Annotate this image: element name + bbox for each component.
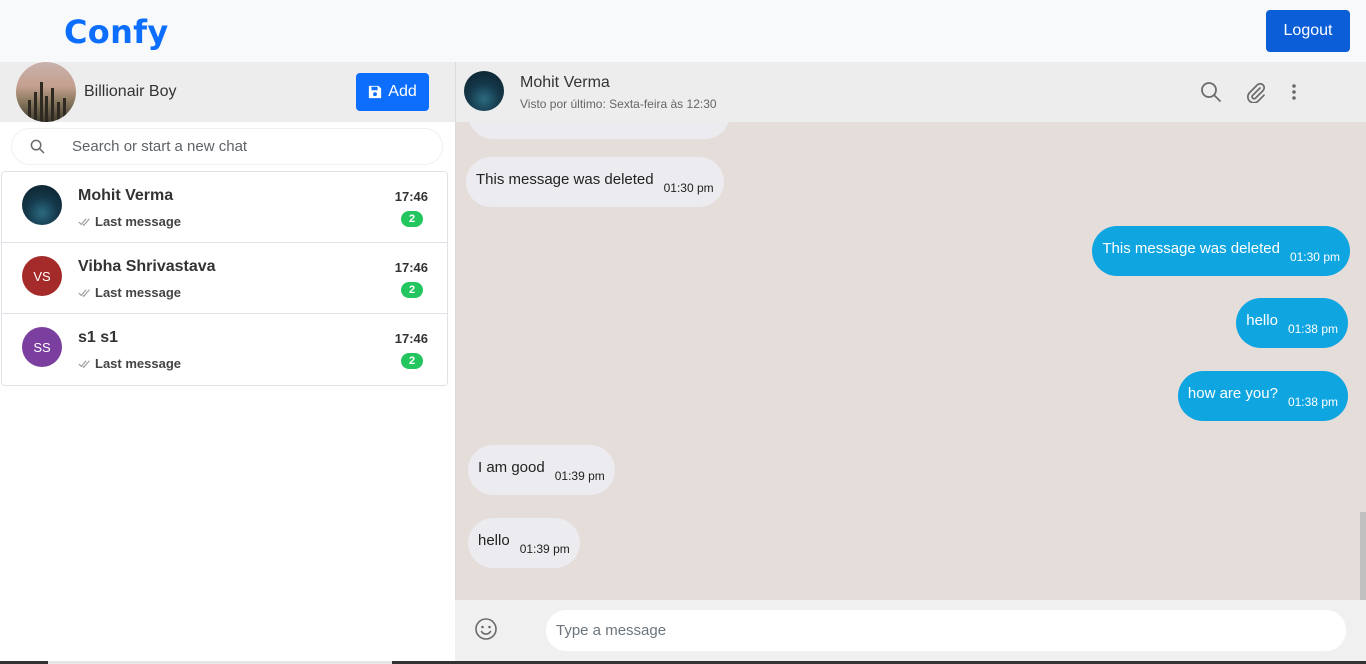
save-icon [369,85,382,99]
chat-name: Mohit Verma [78,187,174,204]
chat-time: 17:46 [394,189,428,204]
add-button[interactable]: Add [356,73,429,111]
add-button-label: Add [388,83,417,100]
more-vertical-icon[interactable] [1282,80,1306,104]
chat-item-vibha-shrivastava[interactable]: VS Vibha Shrivastava Last message 17:46 … [2,243,447,314]
message-bubble-incoming[interactable]: I am good 01:39 pm [468,445,615,495]
paperclip-icon[interactable] [1244,80,1268,104]
chat-last-message: Last message [78,356,181,371]
last-seen-status: Visto por último: Sexta-feira às 12:30 [520,97,717,111]
chat-item-mohit-verma[interactable]: Mohit Verma Last message 17:46 2 [2,172,447,243]
brand-logo[interactable]: Confy [64,13,169,51]
chat-list: Mohit Verma Last message 17:46 2 VS Vibh… [1,171,448,386]
chat-time: 17:46 [394,260,428,275]
chat-name: s1 s1 [78,329,119,346]
search-icon [30,139,45,154]
unread-badge: 2 [401,353,423,369]
contact-name: Mohit Verma [520,74,610,91]
chat-time: 17:46 [394,331,428,346]
message-bubble-outgoing[interactable]: hello 01:38 pm [1236,298,1348,348]
message-composer [455,600,1366,664]
profile-name: Billionair Boy [84,83,177,100]
conversation-panel: Mohit Verma Visto por último: Sexta-feir… [455,62,1366,664]
logout-button[interactable]: Logout [1266,10,1350,52]
message-bubble-incoming[interactable]: hello 01:39 pm [468,518,580,568]
search-input[interactable] [72,129,432,164]
conversation-header: Mohit Verma Visto por último: Sexta-feir… [455,62,1366,122]
profile-bar: Billionair Boy Add [0,62,455,122]
sidebar: Billionair Boy Add Mohit Verma Last mess… [0,62,455,664]
double-check-icon [78,288,90,297]
search-bar [0,122,455,171]
chat-name: Vibha Shrivastava [78,258,216,275]
message-bubble-outgoing[interactable]: how are you? 01:38 pm [1177,371,1348,421]
avatar: SS [22,327,62,367]
contact-avatar[interactable] [464,71,504,111]
chat-last-message: Last message [78,214,181,229]
profile-avatar[interactable] [16,62,76,122]
search-icon[interactable] [1199,80,1223,104]
unread-badge: 2 [401,211,423,227]
chat-item-s1-s1[interactable]: SS s1 s1 Last message 17:46 2 [2,314,447,385]
message-area[interactable]: This message was deleted 01:30 pm This m… [455,122,1366,600]
avatar: VS [22,256,62,296]
double-check-icon [78,359,90,368]
unread-badge: 2 [401,282,423,298]
avatar [22,185,62,225]
message-bubble-outgoing[interactable]: This message was deleted 01:30 pm [1092,226,1350,276]
top-navbar: Confy Logout [0,0,1366,62]
message-input[interactable] [546,610,1346,651]
emoji-icon[interactable] [474,617,498,641]
message-bubble-cutoff [468,122,730,139]
message-scrollbar[interactable] [1360,512,1366,600]
double-check-icon [78,217,90,226]
message-bubble-incoming[interactable]: This message was deleted 01:30 pm [466,157,724,207]
chat-last-message: Last message [78,285,181,300]
